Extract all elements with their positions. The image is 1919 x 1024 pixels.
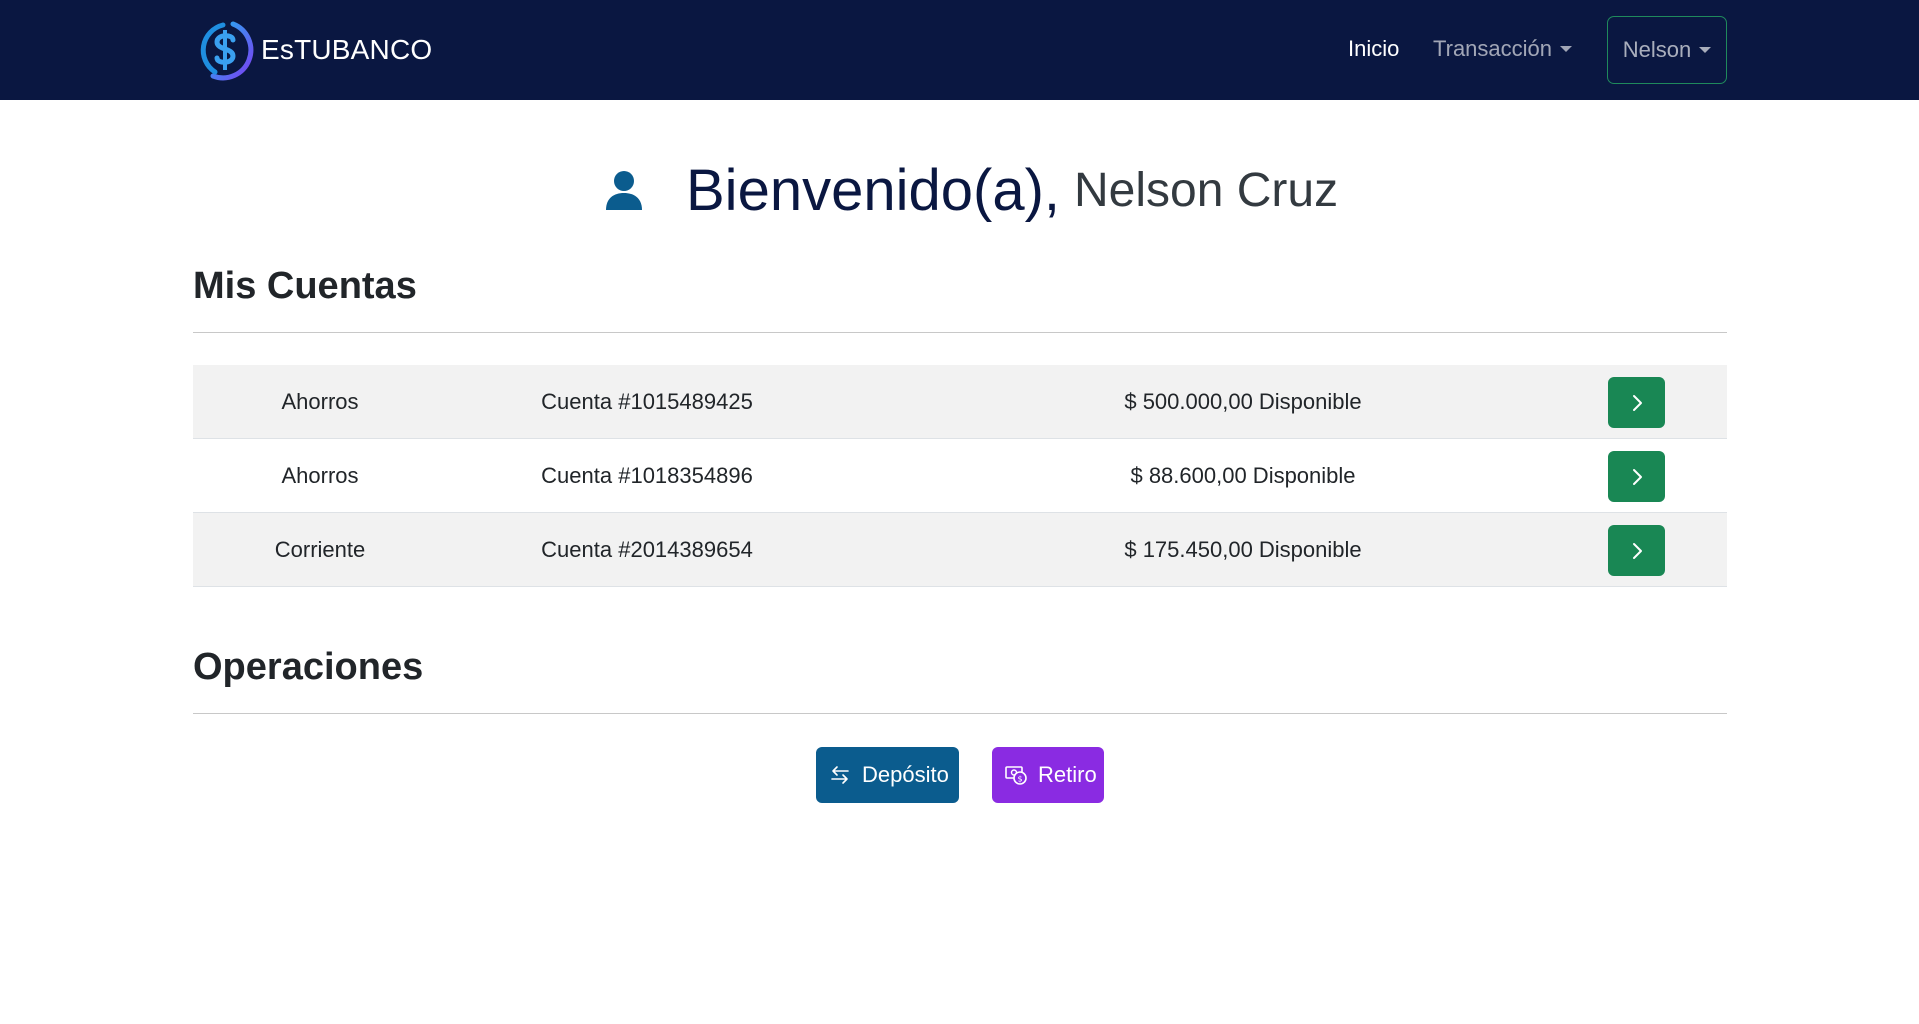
deposit-button-label: Depósito xyxy=(862,762,949,787)
account-type: Corriente xyxy=(274,537,366,562)
table-row: Ahorros Cuenta #1015489425 $ 500.000,00 … xyxy=(193,365,1727,439)
nav-dropdown-transaccion[interactable]: Transacción xyxy=(1433,36,1573,62)
welcome-banner: Bienvenido(a), Nelson Cruz xyxy=(0,150,1919,230)
divider xyxy=(193,713,1727,714)
divider xyxy=(193,332,1727,333)
caret-down-icon xyxy=(1560,46,1573,52)
user-menu-button[interactable]: Nelson xyxy=(1607,16,1727,84)
nav-dropdown-transaccion-label: Transacción xyxy=(1433,36,1553,61)
account-balance: $ 500.000,00 Disponible xyxy=(1124,389,1362,414)
accounts-section-title: Mis Cuentas xyxy=(193,265,417,307)
account-type: Ahorros xyxy=(281,389,359,414)
view-account-button[interactable] xyxy=(1608,451,1665,502)
dollar-circle-logo-icon xyxy=(193,18,257,82)
withdraw-button[interactable]: $ Retiro xyxy=(992,747,1104,803)
nav-link-inicio[interactable]: Inicio xyxy=(1348,36,1399,62)
brand-link[interactable]: EsTUBANCO xyxy=(193,18,432,82)
accounts-table: Ahorros Cuenta #1015489425 $ 500.000,00 … xyxy=(193,365,1727,587)
withdraw-button-label: Retiro xyxy=(1038,762,1097,787)
user-menu-label: Nelson xyxy=(1622,37,1692,62)
table-row: Corriente Cuenta #2014389654 $ 175.450,0… xyxy=(193,513,1727,587)
chevron-right-icon xyxy=(1632,542,1642,559)
chevron-right-icon xyxy=(1632,394,1642,411)
table-row: Ahorros Cuenta #1018354896 $ 88.600,00 D… xyxy=(193,439,1727,513)
view-account-button[interactable] xyxy=(1608,377,1665,428)
view-account-button[interactable] xyxy=(1608,525,1665,576)
account-number: Cuenta #1015489425 xyxy=(541,389,753,414)
account-number: Cuenta #1018354896 xyxy=(541,463,753,488)
chevron-right-icon xyxy=(1632,468,1642,485)
account-balance: $ 88.600,00 Disponible xyxy=(1130,463,1356,488)
welcome-user-name: Nelson Cruz xyxy=(1074,163,1339,217)
deposit-button[interactable]: Depósito xyxy=(816,747,959,803)
account-balance: $ 175.450,00 Disponible xyxy=(1124,537,1362,562)
account-type: Ahorros xyxy=(281,463,359,488)
brand-name: EsTUBANCO xyxy=(261,34,433,65)
welcome-greeting: Bienvenido(a), xyxy=(686,157,1060,223)
svg-text:$: $ xyxy=(1017,774,1022,783)
arrows-exchange-icon xyxy=(828,763,852,787)
operations-section-title: Operaciones xyxy=(193,646,424,688)
caret-down-icon xyxy=(1699,47,1712,53)
account-number: Cuenta #2014389654 xyxy=(541,537,753,562)
person-icon xyxy=(606,171,642,210)
cash-coin-icon: $ xyxy=(1004,763,1028,787)
top-navbar: EsTUBANCO Inicio Transacción Nelson xyxy=(0,0,1919,100)
